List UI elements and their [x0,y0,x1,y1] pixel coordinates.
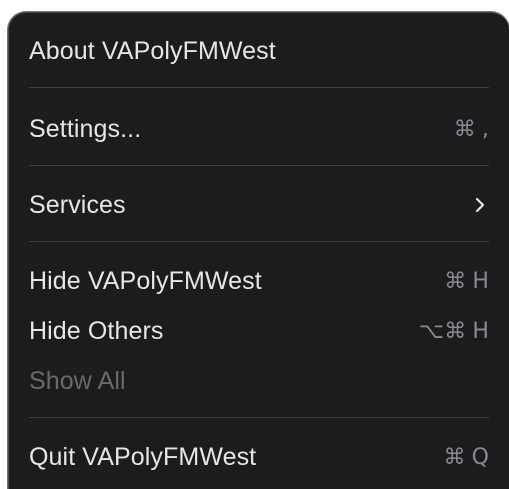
menu-item-settings[interactable]: Settings... ⌘ , [29,109,489,149]
shortcut-key: Q [471,444,489,470]
menu-item-label: Hide VAPolyFMWest [29,266,262,295]
keyboard-shortcut: ⌘ H [444,269,489,294]
menu-item-label: Quit VAPolyFMWest [29,442,257,471]
shortcut-key: , [481,116,489,142]
menu-separator [29,241,489,242]
menu-item-label: Services [29,190,126,219]
menu-item-hide-others[interactable]: Hide Others ⌥⌘ H [29,311,489,351]
menu-item-services[interactable]: Services [29,185,489,225]
menu-item-quit[interactable]: Quit VAPolyFMWest ⌘ Q [29,437,489,477]
command-key-icon: ⌘ [453,116,476,142]
menu-item-label: Hide Others [29,316,164,345]
menu-separator [29,87,489,88]
keyboard-shortcut: ⌥⌘ H [419,319,489,344]
menu-item-about[interactable]: About VAPolyFMWest [29,31,489,71]
shortcut-key: H [472,268,489,294]
menu-separator [29,417,489,418]
command-key-icon: ⌘ [443,444,466,470]
app-menu: About VAPolyFMWest Settings... ⌘ , Servi… [8,12,509,489]
menu-item-show-all: Show All [29,361,489,401]
keyboard-shortcut: ⌘ Q [443,445,489,470]
shortcut-key: H [472,318,489,344]
menu-item-label: Settings... [29,114,142,143]
option-command-key-icon: ⌥⌘ [418,318,467,344]
chevron-right-icon [475,197,485,213]
keyboard-shortcut: ⌘ , [454,117,489,142]
menu-item-label: About VAPolyFMWest [29,36,276,65]
menu-separator [29,165,489,166]
command-key-icon: ⌘ [444,268,467,294]
menu-item-label: Show All [29,366,126,395]
menu-item-hide-app[interactable]: Hide VAPolyFMWest ⌘ H [29,261,489,301]
